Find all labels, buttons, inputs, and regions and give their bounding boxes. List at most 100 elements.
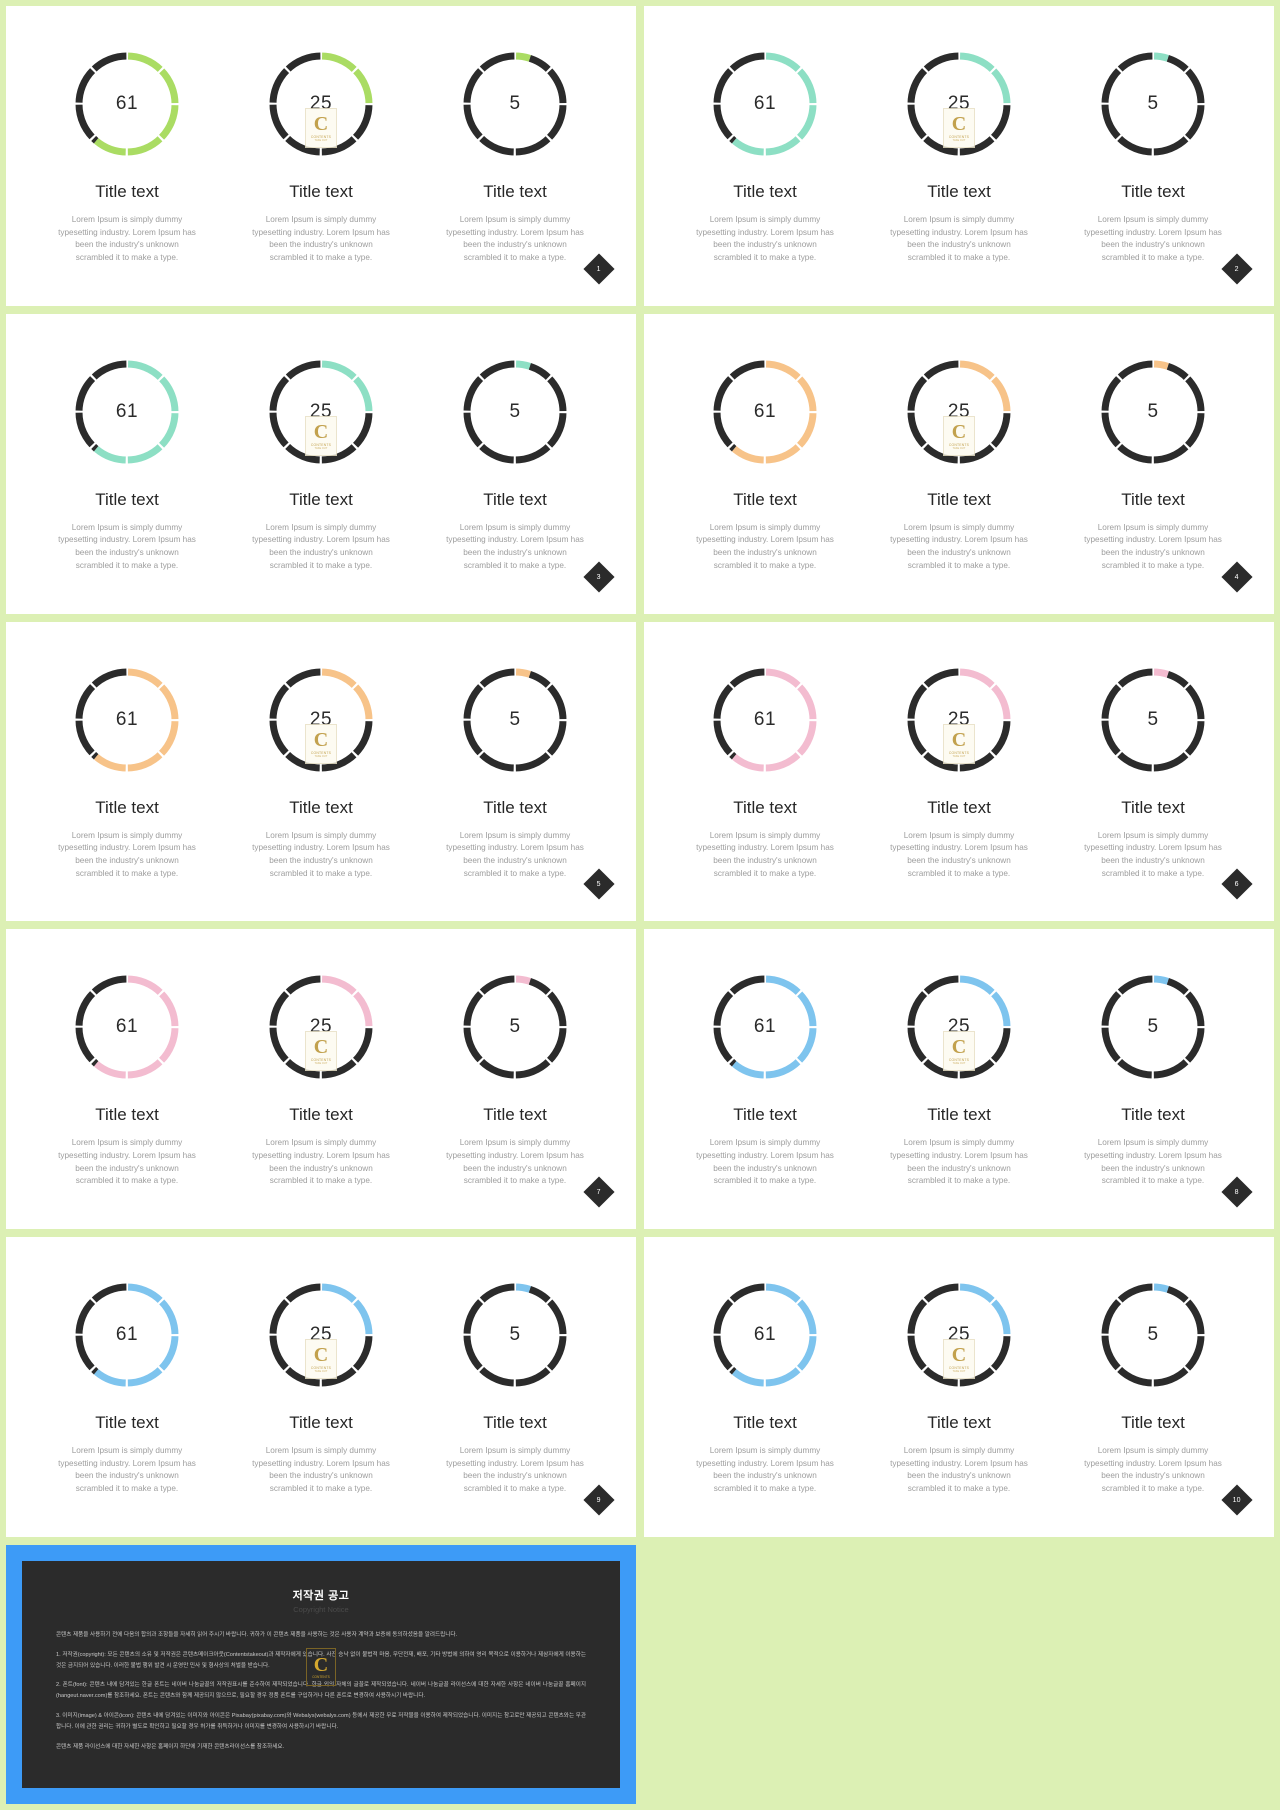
donut-value-label: 61 xyxy=(753,708,777,730)
chart-body-text: Lorem Ipsum is simply dummy typesetting … xyxy=(252,830,390,878)
chart-body-text: Lorem Ipsum is simply dummy typesetting … xyxy=(696,1446,834,1494)
slide-8[interactable]: 61 Title text Lorem Ipsum is simply dummy … xyxy=(644,929,1274,1229)
donut-chart: 5 xyxy=(1095,46,1211,162)
chart-title: Title text xyxy=(95,797,159,817)
slide-4[interactable]: 61 Title text Lorem Ipsum is simply dummy … xyxy=(644,313,1274,614)
chart-title: Title text xyxy=(95,489,159,509)
chart-title: Title text xyxy=(927,182,991,201)
chart-body-text: Lorem Ipsum is simply dummy typesetting … xyxy=(58,1138,196,1186)
donut-value-label: 25 xyxy=(947,708,971,730)
chart-title: Title text xyxy=(95,1413,159,1432)
chart-body-text: Lorem Ipsum is simply dummy typesetting … xyxy=(890,830,1028,878)
slide-5[interactable]: 61 Title text Lorem Ipsum is simply dummy … xyxy=(6,621,636,922)
donut-value-label: 5 xyxy=(509,1016,521,1038)
donut-chart: 5 xyxy=(1095,1277,1211,1393)
chart-cell-3: 5 Title text Lorem Ipsum is simply dummy t… xyxy=(1056,46,1250,265)
chart-body-text: Lorem Ipsum is simply dummy typesetting … xyxy=(1084,1446,1222,1494)
donut-chart: 25 xyxy=(901,354,1017,470)
page-number: 7 xyxy=(597,1188,601,1196)
donut-value-label: 61 xyxy=(115,1016,139,1038)
donut-chart: 61 xyxy=(707,46,823,162)
chart-title: Title text xyxy=(733,1105,797,1125)
page-number: 2 xyxy=(1235,265,1239,273)
donut-value-label: 61 xyxy=(115,708,139,730)
chart-cell-2: 25 Title text Lorem Ipsum is simply dummy … xyxy=(224,662,418,881)
slide-2[interactable]: 61 Title text Lorem Ipsum is simply dummy … xyxy=(644,6,1274,306)
chart-body-text: Lorem Ipsum is simply dummy typesetting … xyxy=(446,1446,584,1494)
chart-cell-1: 61 Title text Lorem Ipsum is simply dummy … xyxy=(668,354,862,573)
donut-value-label: 25 xyxy=(309,708,333,730)
donut-value-label: 5 xyxy=(1147,1324,1159,1345)
donut-chart: 5 xyxy=(457,1277,573,1393)
chart-body-text: Lorem Ipsum is simply dummy typesetting … xyxy=(446,830,584,878)
donut-chart: 25 xyxy=(263,969,379,1085)
donut-value-label: 61 xyxy=(753,1324,777,1345)
slide-1[interactable]: 61 Title text Lorem Ipsum is simply dummy … xyxy=(6,6,636,306)
chart-body-text: Lorem Ipsum is simply dummy typesetting … xyxy=(696,522,834,570)
chart-body-text: Lorem Ipsum is simply dummy typesetting … xyxy=(446,215,584,263)
donut-value-label: 61 xyxy=(115,400,139,422)
page-number: 10 xyxy=(1233,1496,1241,1504)
chart-title: Title text xyxy=(927,1105,991,1125)
page-number: 5 xyxy=(597,880,601,888)
chart-title: Title text xyxy=(927,797,991,817)
chart-title: Title text xyxy=(289,1105,353,1125)
chart-body-text: Lorem Ipsum is simply dummy typesetting … xyxy=(696,1138,834,1186)
page-number: 3 xyxy=(597,573,601,580)
chart-title: Title text xyxy=(483,1105,547,1125)
donut-value-label: 25 xyxy=(309,93,333,114)
chart-cell-1: 61 Title text Lorem Ipsum is simply dummy … xyxy=(30,662,224,881)
copyright-paragraph-1: 콘텐츠 제품을 사용하기 전에 다음의 합의과 조항들을 자세히 읽어 주시기 … xyxy=(56,1631,458,1638)
chart-cell-2: 25 Title text Lorem Ipsum is simply dummy … xyxy=(224,354,418,573)
contents-takeout-watermark: C CONTENTS xyxy=(306,1647,336,1686)
donut-chart: 61 xyxy=(707,969,823,1085)
slide-7[interactable]: 61 Title text Lorem Ipsum is simply dummy … xyxy=(6,929,636,1229)
chart-row: 61 Title text Lorem Ipsum is simply dummy … xyxy=(6,6,636,265)
chart-cell-2: 25 Title text Lorem Ipsum is simply dummy … xyxy=(862,354,1056,573)
donut-value-label: 5 xyxy=(1147,1016,1159,1038)
donut-value-label: 61 xyxy=(753,400,777,422)
chart-body-text: Lorem Ipsum is simply dummy typesetting … xyxy=(1084,522,1222,570)
chart-row: 61 Title text Lorem Ipsum is simply dummy … xyxy=(644,929,1274,1188)
page-number: 9 xyxy=(597,1496,601,1504)
chart-cell-2: 25 Title text Lorem Ipsum is simply dummy … xyxy=(862,46,1056,265)
chart-title: Title text xyxy=(1121,182,1185,201)
donut-value-label: 61 xyxy=(115,93,139,114)
chart-row: 61 Title text Lorem Ipsum is simply dummy … xyxy=(644,6,1274,265)
donut-value-label: 5 xyxy=(509,93,521,114)
chart-body-text: Lorem Ipsum is simply dummy typesetting … xyxy=(446,522,584,570)
slide-3[interactable]: 61 Title text Lorem Ipsum is simply dummy … xyxy=(6,313,636,614)
copyright-notice-slide[interactable]: 저작권 공고 Copyright Notice 콘텐츠 제품을 사용하기 전에 다음… xyxy=(6,1544,636,1804)
chart-title: Title text xyxy=(733,182,797,201)
page-number: 6 xyxy=(1235,880,1239,888)
donut-chart: 5 xyxy=(457,969,573,1085)
chart-title: Title text xyxy=(289,182,353,201)
chart-body-text: Lorem Ipsum is simply dummy typesetting … xyxy=(696,830,834,878)
donut-value-label: 25 xyxy=(947,1324,971,1345)
chart-cell-1: 61 Title text Lorem Ipsum is simply dummy … xyxy=(668,46,862,265)
chart-body-text: Lorem Ipsum is simply dummy typesetting … xyxy=(58,522,196,570)
chart-body-text: Lorem Ipsum is simply dummy typesetting … xyxy=(252,522,390,570)
donut-value-label: 25 xyxy=(309,1016,333,1038)
chart-body-text: Lorem Ipsum is simply dummy typesetting … xyxy=(252,1446,390,1494)
chart-cell-3: 5 Title text Lorem Ipsum is simply dummy t… xyxy=(1056,662,1250,881)
chart-body-text: Lorem Ipsum is simply dummy typesetting … xyxy=(890,215,1028,263)
chart-title: Title text xyxy=(289,489,353,509)
chart-cell-3: 5 Title text Lorem Ipsum is simply dummy t… xyxy=(1056,354,1250,573)
donut-value-label: 25 xyxy=(309,400,333,422)
slide-6[interactable]: 61 Title text Lorem Ipsum is simply dummy … xyxy=(644,621,1274,922)
chart-cell-2: 25 Title text Lorem Ipsum is simply dummy … xyxy=(862,969,1056,1188)
donut-chart: 61 xyxy=(69,969,185,1085)
slide-10[interactable]: 61 Title text Lorem Ipsum is simply dummy … xyxy=(644,1237,1274,1537)
donut-chart: 25 xyxy=(263,1277,379,1393)
donut-chart: 5 xyxy=(457,662,573,778)
chart-row: 61 Title text Lorem Ipsum is simply dummy … xyxy=(644,622,1274,881)
chart-title: Title text xyxy=(927,489,991,509)
donut-chart: 61 xyxy=(69,1277,185,1393)
chart-title: Title text xyxy=(733,489,797,509)
slide-9[interactable]: 61 Title text Lorem Ipsum is simply dummy … xyxy=(6,1237,636,1537)
donut-value-label: 25 xyxy=(947,400,971,422)
donut-chart: 5 xyxy=(1095,662,1211,778)
chart-body-text: Lorem Ipsum is simply dummy typesetting … xyxy=(58,215,196,263)
donut-value-label: 25 xyxy=(309,1324,333,1345)
